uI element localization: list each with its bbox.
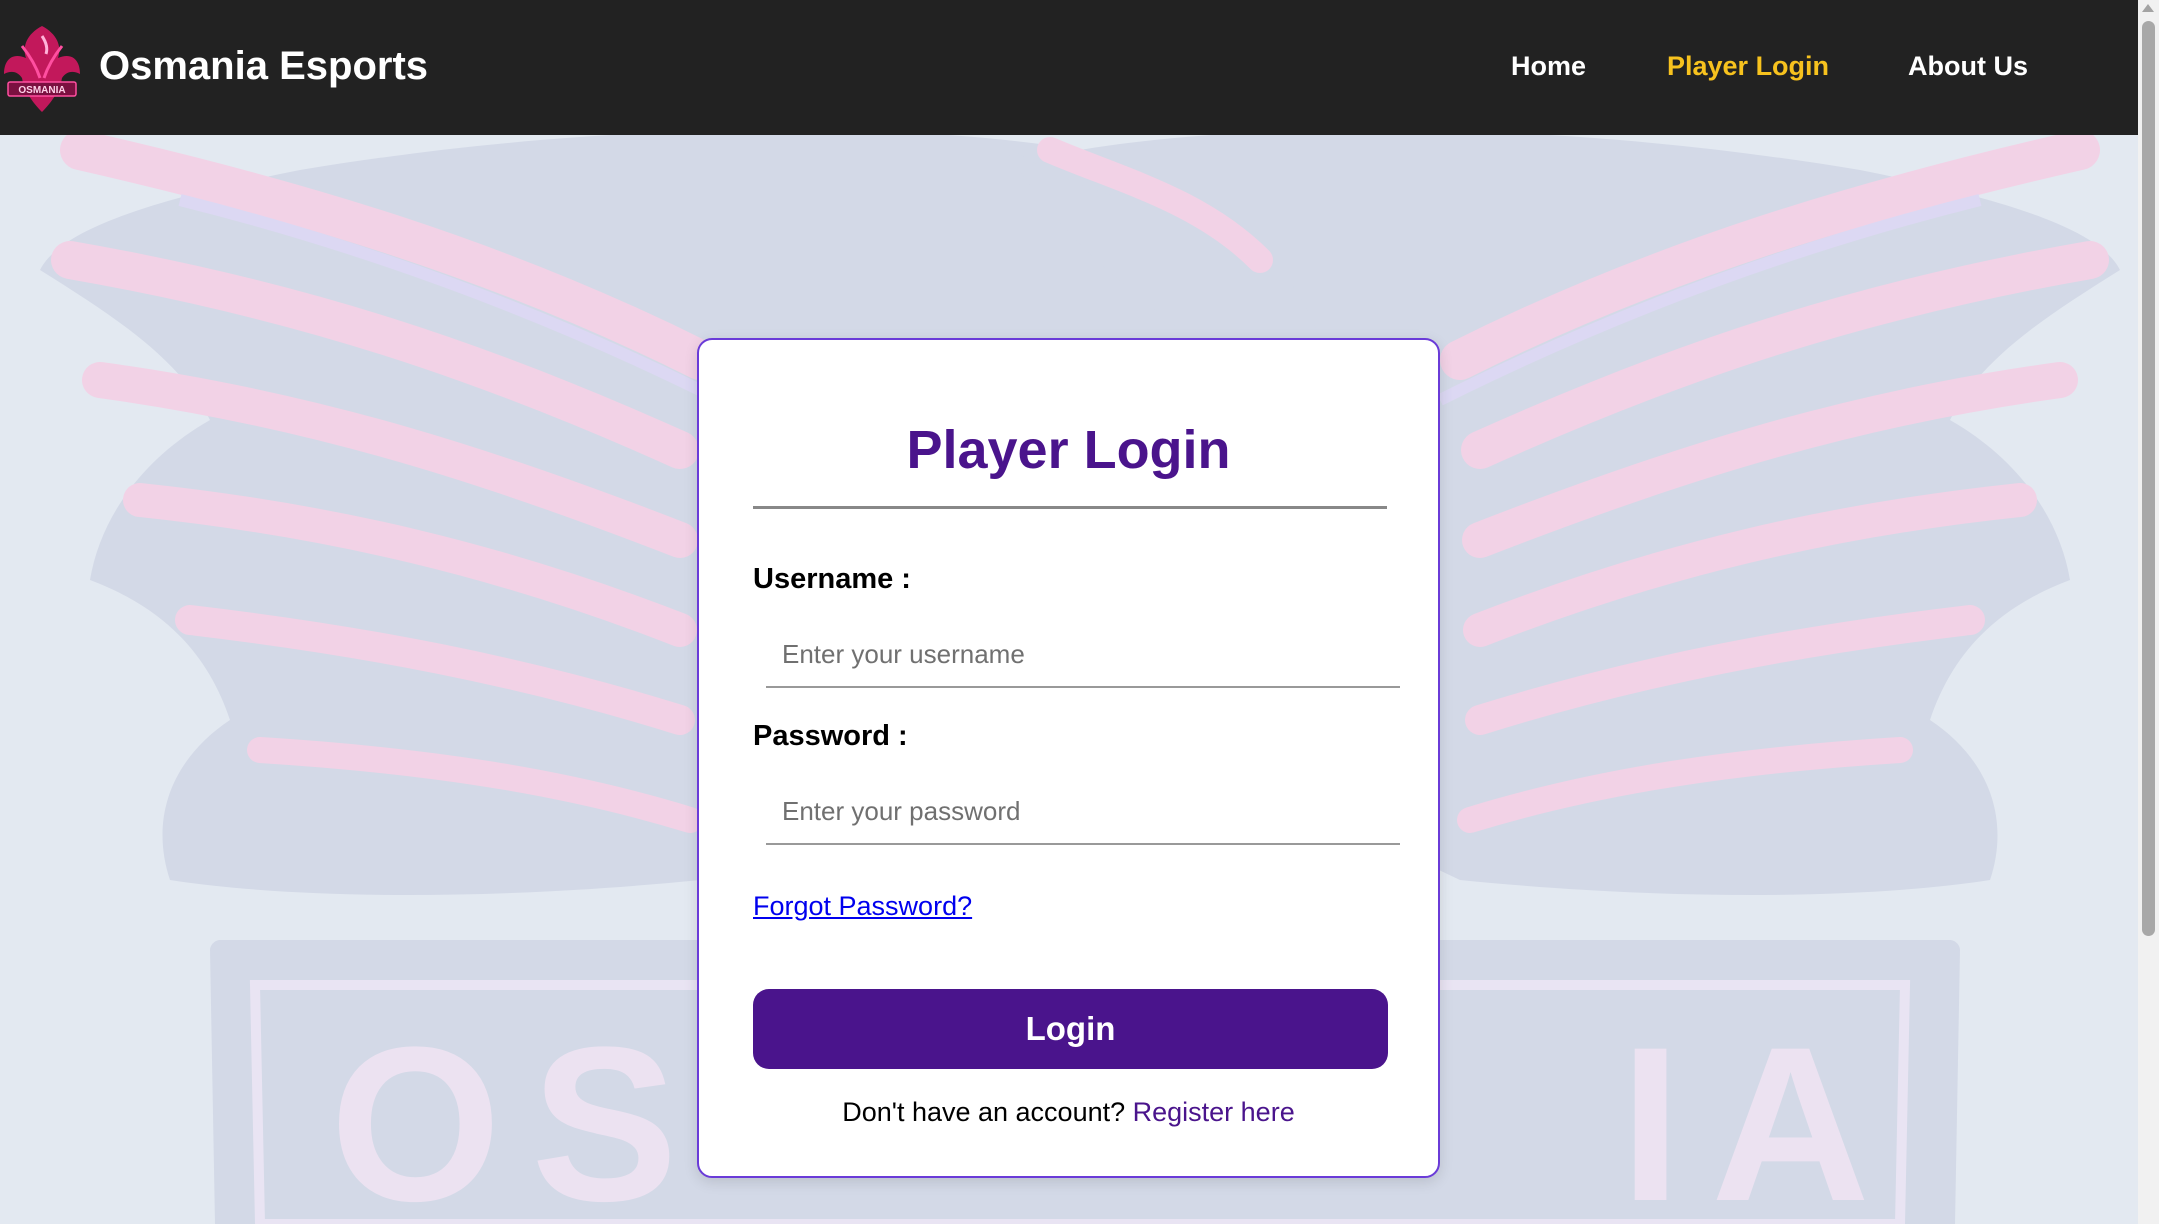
nav-link-about-us[interactable]: About Us xyxy=(1908,50,2028,82)
svg-text:IA: IA xyxy=(1620,1001,1900,1224)
top-navbar: OSMANIA Osmania Esports Home Player Logi… xyxy=(0,0,2138,135)
register-prompt: Don't have an account? Register here xyxy=(699,1096,1438,1128)
svg-text:OSMANIA: OSMANIA xyxy=(18,85,65,96)
username-input[interactable] xyxy=(766,622,1400,688)
title-divider xyxy=(753,506,1387,509)
nav-link-home[interactable]: Home xyxy=(1511,50,1586,82)
password-label: Password : xyxy=(753,720,908,752)
register-link[interactable]: Register here xyxy=(1133,1097,1295,1127)
forgot-password-link[interactable]: Forgot Password? xyxy=(753,890,972,922)
brand-name[interactable]: Osmania Esports xyxy=(99,42,428,90)
login-button[interactable]: Login xyxy=(753,989,1388,1069)
password-input[interactable] xyxy=(766,779,1400,845)
nav-link-player-login[interactable]: Player Login xyxy=(1667,50,1829,82)
page-title: Player Login xyxy=(906,420,1231,480)
page-scrollbar[interactable] xyxy=(2138,0,2159,1224)
register-prompt-text: Don't have an account? xyxy=(842,1097,1133,1127)
login-card: Player Login Username : Password : Forgo… xyxy=(697,338,1440,1178)
username-label: Username : xyxy=(753,563,911,595)
scroll-up-arrow-icon[interactable] xyxy=(2142,4,2154,12)
svg-text:OS: OS xyxy=(330,1001,708,1224)
phoenix-logo-icon[interactable]: OSMANIA xyxy=(2,16,82,120)
scrollbar-thumb[interactable] xyxy=(2142,21,2155,936)
